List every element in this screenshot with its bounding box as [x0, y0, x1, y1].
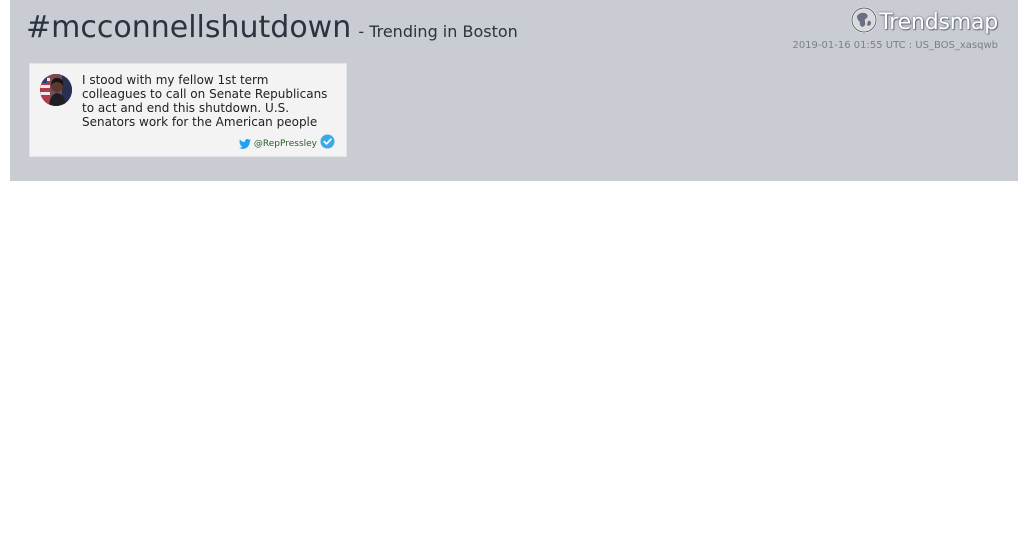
timestamp-meta: 2019-01-16 01:55 UTC : US_BOS_xasqwb	[792, 40, 998, 51]
verified-badge-icon	[320, 134, 335, 153]
tweet-footer: @RepPressley	[238, 134, 335, 153]
trend-header-panel: #mcconnellshutdown - Trending in Boston …	[10, 0, 1018, 181]
hashtag-title[interactable]: #mcconnellshutdown	[26, 10, 351, 45]
twitter-bird-icon	[238, 134, 251, 153]
tweet-handle[interactable]: @RepPressley	[254, 139, 317, 149]
trendsmap-brand[interactable]: Trendsmap	[850, 6, 998, 38]
title-row: #mcconnellshutdown - Trending in Boston	[26, 10, 518, 45]
brand-name: Trendsmap	[879, 9, 998, 35]
avatar[interactable]	[40, 74, 72, 106]
tweet-card[interactable]: I stood with my fellow 1st term colleagu…	[30, 64, 346, 156]
trendsmap-logo-icon	[850, 6, 878, 38]
trending-location: - Trending in Boston	[358, 22, 518, 41]
tweet-text: I stood with my fellow 1st term colleagu…	[82, 73, 328, 129]
